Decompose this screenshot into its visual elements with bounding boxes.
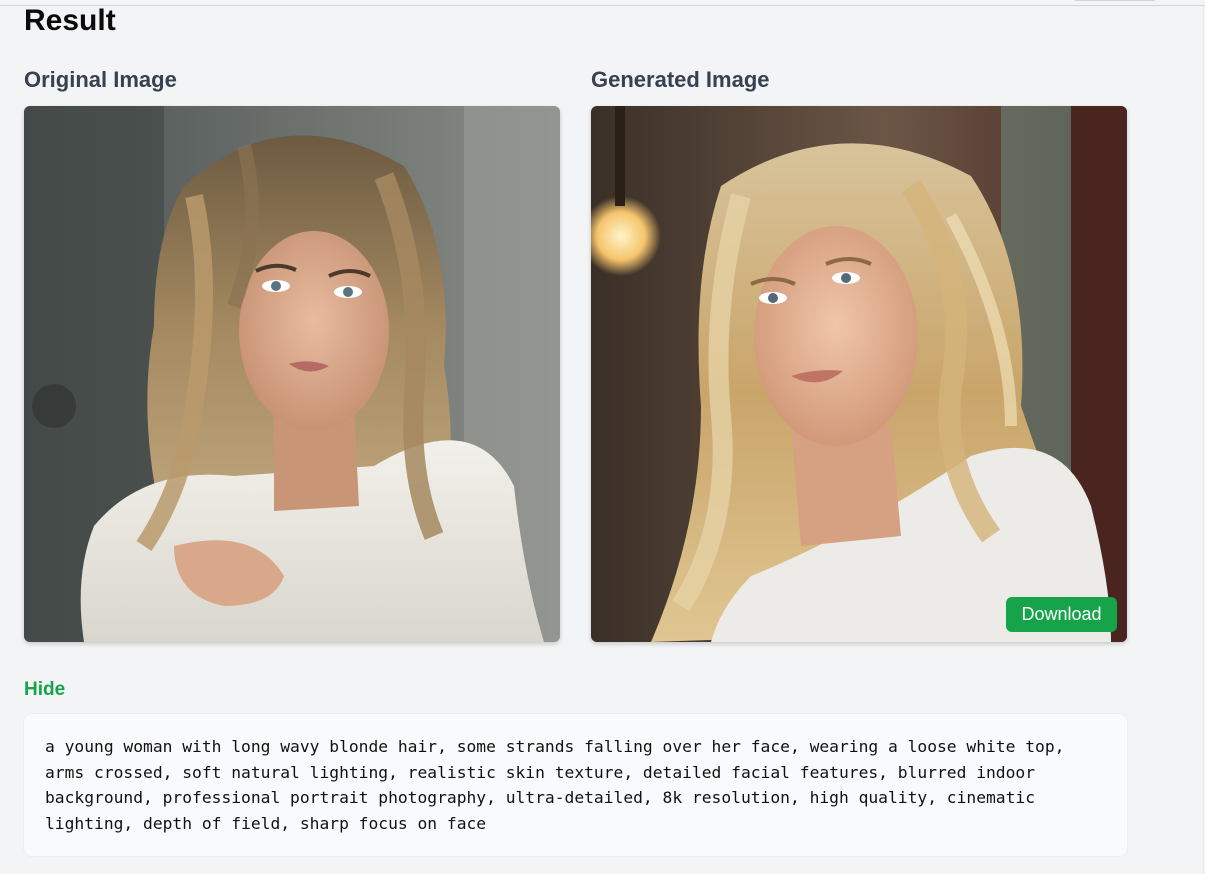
generated-image-heading: Generated Image (591, 67, 770, 92)
hide-prompt-toggle[interactable]: Hide (24, 678, 65, 702)
original-image-heading: Original Image (24, 67, 177, 92)
top-divider (0, 5, 1205, 6)
original-portrait-photo (24, 106, 560, 642)
prompt-panel: a young woman with long wavy blonde hair… (24, 714, 1127, 856)
generated-image (591, 106, 1127, 642)
prompt-text: a young woman with long wavy blonde hair… (45, 737, 1065, 833)
original-image (24, 106, 560, 642)
page-title: Result (24, 4, 116, 37)
right-divider (1203, 5, 1204, 874)
download-button[interactable]: Download (1006, 597, 1117, 632)
top-tab-edge (1075, 0, 1155, 1)
generated-portrait-photo (591, 106, 1127, 642)
